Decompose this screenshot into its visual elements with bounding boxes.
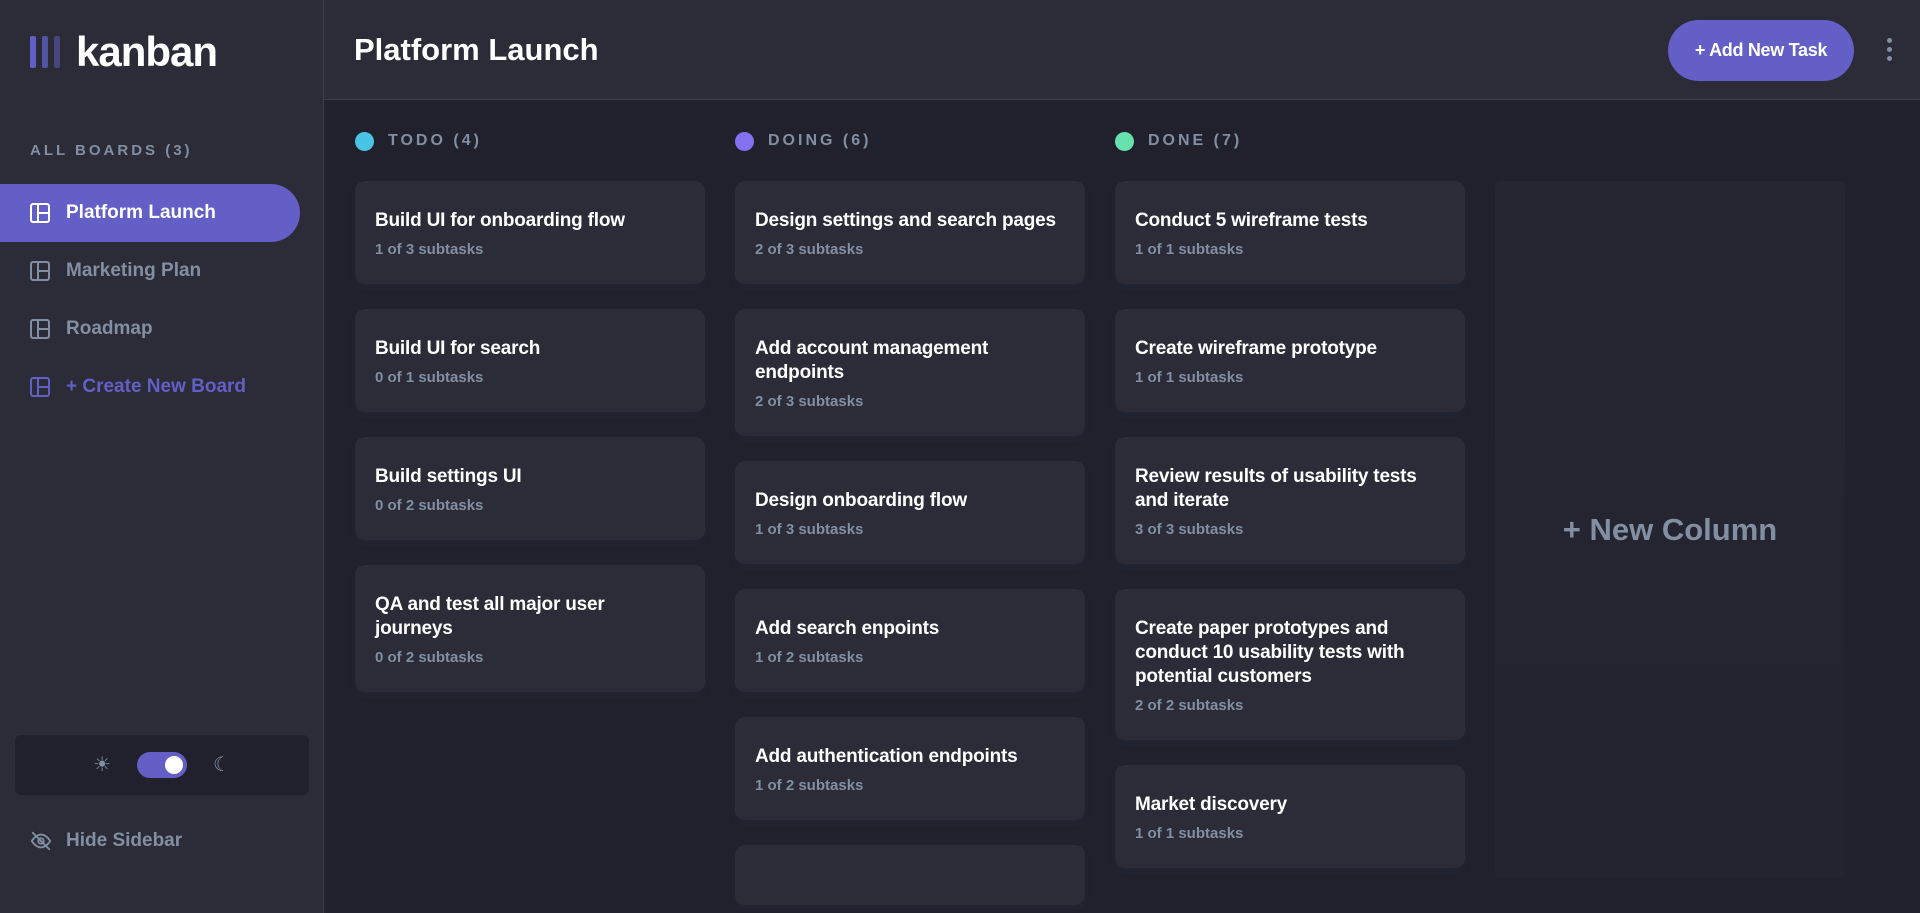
task-card[interactable]: Build UI for onboarding flow 1 of 3 subt… xyxy=(355,181,705,284)
task-title: Add account management endpoints xyxy=(755,338,989,383)
add-new-task-button[interactable]: + Add New Task xyxy=(1668,20,1854,81)
task-title: Create wireframe prototype xyxy=(1135,338,1377,359)
task-subtasks: 1 of 2 subtasks xyxy=(755,649,864,666)
sidebar-item-roadmap[interactable]: Roadmap xyxy=(0,300,300,358)
task-subtasks: 2 of 3 subtasks xyxy=(755,241,864,258)
board-columns: TODO (4) Build UI for onboarding flow 1 … xyxy=(324,100,1920,913)
task-subtasks: 0 of 2 subtasks xyxy=(375,497,484,514)
task-title: Conduct 5 wireframe tests xyxy=(1135,210,1368,231)
task-title: Review results of usability tests and it… xyxy=(1135,466,1417,511)
status-dot xyxy=(735,131,754,151)
task-card[interactable]: Add search enpoints 1 of 2 subtasks xyxy=(735,589,1085,692)
column-title: DONE (7) xyxy=(1148,132,1243,149)
switch-knob xyxy=(165,756,183,774)
column-todo: TODO (4) Build UI for onboarding flow 1 … xyxy=(355,128,705,913)
column-doing: DOING (6) Design settings and search pag… xyxy=(735,128,1085,913)
task-title: QA and test all major user journeys xyxy=(375,594,605,639)
task-subtasks: 1 of 2 subtasks xyxy=(755,777,864,794)
sun-icon: ☀ xyxy=(93,754,111,776)
column-header: DONE (7) xyxy=(1115,128,1465,154)
task-card[interactable] xyxy=(735,845,1085,905)
task-card[interactable]: Add account management endpoints 2 of 3 … xyxy=(735,309,1085,436)
task-subtasks: 2 of 3 subtasks xyxy=(755,393,864,410)
task-card[interactable]: Add authentication endpoints 1 of 2 subt… xyxy=(735,717,1085,820)
board-icon xyxy=(30,377,50,397)
task-subtasks: 1 of 1 subtasks xyxy=(1135,369,1244,386)
task-subtasks: 0 of 1 subtasks xyxy=(375,369,484,386)
task-title: Design settings and search pages xyxy=(755,210,1056,231)
task-subtasks: 1 of 3 subtasks xyxy=(375,241,484,258)
moon-icon: ☾ xyxy=(213,754,231,776)
column-title: TODO (4) xyxy=(388,132,482,149)
new-column-button[interactable]: + New Column xyxy=(1495,181,1845,878)
column-header: DOING (6) xyxy=(735,128,1085,154)
task-subtasks: 1 of 1 subtasks xyxy=(1135,825,1244,842)
column-done: DONE (7) Conduct 5 wireframe tests 1 of … xyxy=(1115,128,1465,913)
sidebar-item-label: Marketing Plan xyxy=(66,260,202,281)
eye-slash-icon xyxy=(30,831,52,851)
sidebar-item-marketing-plan[interactable]: Marketing Plan xyxy=(0,242,300,300)
task-card[interactable]: Create paper prototypes and conduct 10 u… xyxy=(1115,589,1465,740)
sidebar: kanban ALL BOARDS (3) Platform Launch Ma… xyxy=(0,0,324,913)
task-subtasks: 1 of 1 subtasks xyxy=(1135,241,1244,258)
task-card[interactable]: Design onboarding flow 1 of 3 subtasks xyxy=(735,461,1085,564)
task-card[interactable]: Design settings and search pages 2 of 3 … xyxy=(735,181,1085,284)
task-title: Design onboarding flow xyxy=(755,490,967,511)
page-title: Platform Launch xyxy=(354,31,599,67)
header: Platform Launch + Add New Task xyxy=(324,0,1920,100)
board-icon xyxy=(30,261,50,281)
hide-sidebar-label: Hide Sidebar xyxy=(66,830,183,851)
theme-toggle: ☀ ☾ xyxy=(15,735,309,795)
hide-sidebar-button[interactable]: Hide Sidebar xyxy=(30,830,182,852)
board-icon xyxy=(30,319,50,339)
task-title: Market discovery xyxy=(1135,794,1288,815)
column-header: TODO (4) xyxy=(355,128,705,154)
task-card[interactable]: Build UI for search 0 of 1 subtasks xyxy=(355,309,705,412)
vertical-dots-icon[interactable] xyxy=(1887,38,1892,61)
task-card[interactable]: Create wireframe prototype 1 of 1 subtas… xyxy=(1115,309,1465,412)
task-card[interactable]: QA and test all major user journeys 0 of… xyxy=(355,565,705,692)
status-dot xyxy=(355,131,374,151)
task-title: Add search enpoints xyxy=(755,618,940,639)
task-title: Build UI for search xyxy=(375,338,541,359)
create-new-board-button[interactable]: + Create New Board xyxy=(0,358,300,416)
task-card[interactable]: Review results of usability tests and it… xyxy=(1115,437,1465,564)
theme-switch[interactable] xyxy=(137,752,187,778)
main-area: Platform Launch + Add New Task TODO (4) … xyxy=(324,0,1920,913)
logo-text: kanban xyxy=(76,28,218,75)
task-card[interactable]: Build settings UI 0 of 2 subtasks xyxy=(355,437,705,540)
status-dot xyxy=(1115,131,1134,151)
task-subtasks: 3 of 3 subtasks xyxy=(1135,521,1244,538)
task-title: Build UI for onboarding flow xyxy=(375,210,625,231)
sidebar-item-label: Roadmap xyxy=(66,318,153,339)
task-title: Create paper prototypes and conduct 10 u… xyxy=(1135,618,1405,687)
all-boards-heading: ALL BOARDS (3) xyxy=(30,142,193,159)
kanban-app: kanban ALL BOARDS (3) Platform Launch Ma… xyxy=(0,0,1920,913)
task-card[interactable]: Market discovery 1 of 1 subtasks xyxy=(1115,765,1465,868)
column-title: DOING (6) xyxy=(768,132,872,149)
sidebar-item-platform-launch[interactable]: Platform Launch xyxy=(0,184,300,242)
task-title: Add authentication endpoints xyxy=(755,746,1018,767)
task-subtasks: 2 of 2 subtasks xyxy=(1135,697,1244,714)
board-icon xyxy=(30,203,50,223)
task-subtasks: 1 of 3 subtasks xyxy=(755,521,864,538)
create-board-label: + Create New Board xyxy=(66,376,247,397)
task-subtasks: 0 of 2 subtasks xyxy=(375,649,484,666)
task-card[interactable]: Conduct 5 wireframe tests 1 of 1 subtask… xyxy=(1115,181,1465,284)
logo: kanban xyxy=(30,28,218,76)
task-title: Build settings UI xyxy=(375,466,522,487)
sidebar-item-label: Platform Launch xyxy=(66,202,216,223)
logo-icon xyxy=(30,36,60,68)
board-list: Platform Launch Marketing Plan Roadmap +… xyxy=(0,184,300,416)
